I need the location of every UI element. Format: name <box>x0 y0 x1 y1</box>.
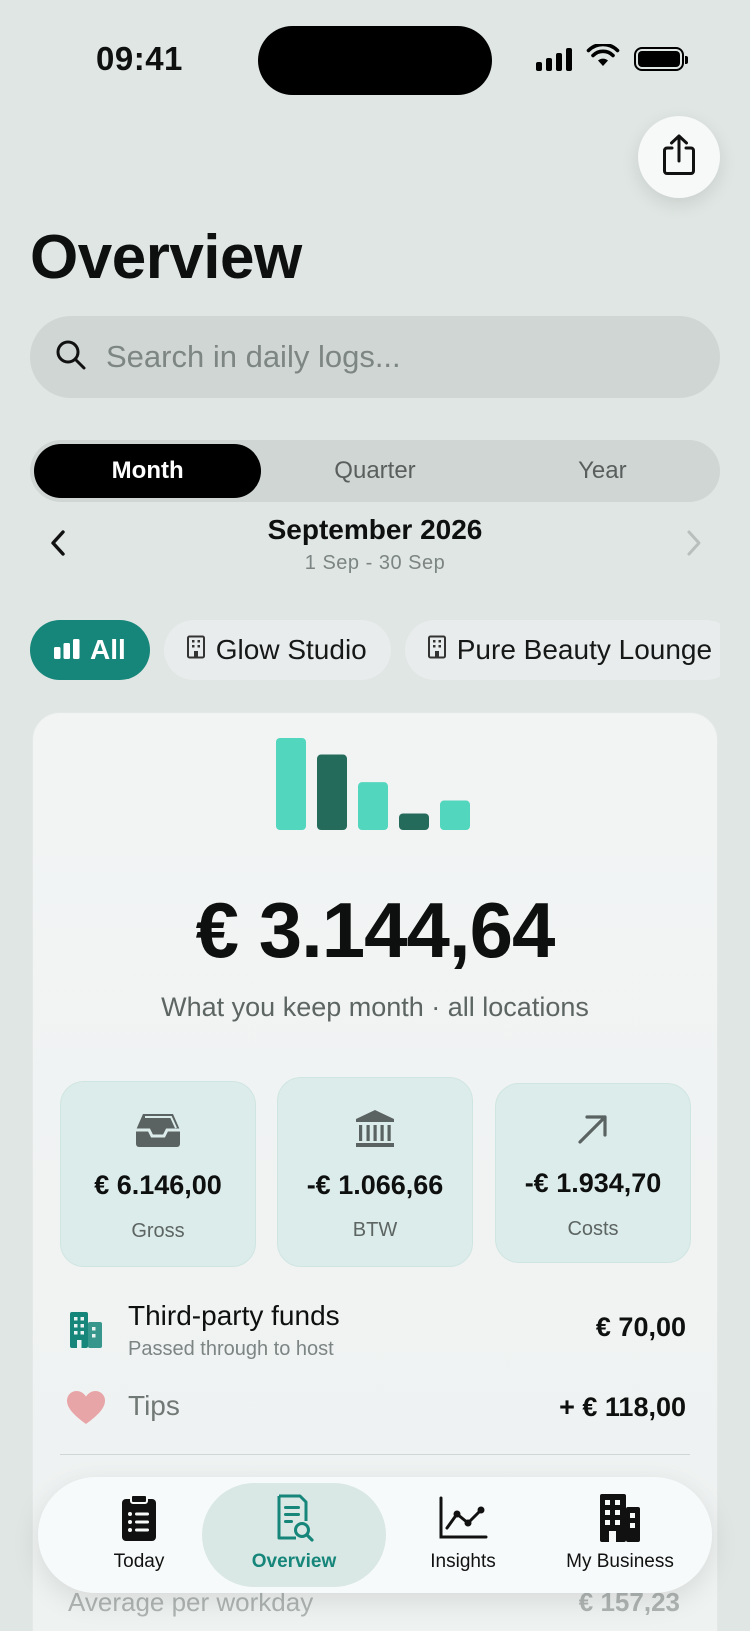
chip-label: All <box>90 634 126 665</box>
chip-label: Glow Studio <box>215 634 367 665</box>
stat-btw[interactable]: -€ 1.066,66 BTW <box>277 1077 473 1267</box>
tab-insights[interactable]: Insights <box>390 1483 536 1587</box>
mini-chart-bar <box>440 800 470 830</box>
wifi-icon <box>586 42 620 73</box>
chip-glow-studio[interactable]: Glow Studio <box>163 620 391 680</box>
tab-today[interactable]: Today <box>68 1483 210 1587</box>
dynamic-island <box>258 26 492 95</box>
period-segmented-control: Month Quarter Year <box>30 440 720 502</box>
tab-my-business[interactable]: My Business <box>538 1483 702 1587</box>
chip-all[interactable]: All <box>30 620 150 680</box>
net-amount-subtitle: What you keep month · all locations <box>161 992 589 1022</box>
stat-costs[interactable]: -€ 1.934,70 Costs <box>495 1083 691 1263</box>
stat-value: -€ 1.066,66 <box>306 1170 444 1200</box>
bank-icon <box>354 1108 396 1148</box>
clipboard-icon <box>121 1494 157 1548</box>
search-icon <box>54 338 88 377</box>
bar-chart-icon <box>54 634 80 666</box>
period-title: September 2026 <box>267 514 483 545</box>
row-subtitle: Passed through to host <box>128 1338 334 1360</box>
row-title: Tips <box>128 1390 180 1421</box>
heart-icon <box>66 1390 106 1431</box>
document-search-icon <box>274 1494 314 1548</box>
office-building-icon <box>598 1493 642 1549</box>
period-range: 1 Sep - 30 Sep <box>304 552 446 574</box>
tab-quarter[interactable]: Quarter <box>261 444 488 498</box>
overview-screen: 09:41 Overview Month Quarter Year Septe <box>0 0 750 1631</box>
tab-label: Insights <box>430 1551 496 1572</box>
office-building-icon <box>70 1310 102 1353</box>
stat-label: BTW <box>352 1219 398 1241</box>
third-party-funds-row[interactable]: Third-party funds Passed through to host… <box>66 1298 686 1362</box>
building-icon <box>186 634 206 666</box>
stat-label: Costs <box>567 1218 619 1240</box>
row-amount: € 70,00 <box>595 1312 686 1342</box>
status-icons <box>536 42 688 73</box>
mini-chart-bar <box>358 782 388 830</box>
next-period-button[interactable] <box>680 528 708 562</box>
stat-label: Gross <box>131 1220 185 1242</box>
share-icon <box>660 133 698 182</box>
row-title: Third-party funds <box>128 1300 340 1331</box>
battery-icon <box>634 46 688 71</box>
mini-chart-bar <box>276 738 306 830</box>
tips-row[interactable]: Tips + € 118,00 <box>66 1388 686 1428</box>
share-button[interactable] <box>638 116 720 198</box>
stat-gross[interactable]: € 6.146,00 Gross <box>60 1081 256 1267</box>
status-time: 09:41 <box>96 40 183 77</box>
page-title: Overview <box>30 223 302 292</box>
tab-month[interactable]: Month <box>34 444 262 498</box>
divider <box>60 1454 690 1455</box>
chip-label: Pure Beauty Lounge <box>456 634 713 665</box>
arrow-up-right-icon <box>576 1112 610 1152</box>
search-input[interactable] <box>106 339 666 375</box>
mini-bar-chart <box>276 738 476 830</box>
building-icon <box>427 634 447 666</box>
inbox-tray-icon <box>135 1112 181 1152</box>
stat-value: -€ 1.934,70 <box>524 1168 662 1198</box>
mini-chart-bar <box>317 754 347 830</box>
row-amount: + € 118,00 <box>559 1392 686 1422</box>
stat-value: € 6.146,00 <box>94 1170 222 1200</box>
signal-icon <box>536 47 572 71</box>
location-filter-chips: All Glow Studio Pure Beauty Lounge <box>30 620 720 682</box>
mini-chart-bar <box>399 813 429 830</box>
chevron-right-icon <box>686 529 702 562</box>
tab-label: Today <box>113 1551 165 1572</box>
line-chart-icon <box>438 1496 488 1546</box>
net-amount: € 3.144,64 <box>195 886 556 974</box>
tab-year[interactable]: Year <box>489 444 716 498</box>
tab-overview[interactable]: Overview <box>202 1483 386 1587</box>
bottom-tab-bar: Today Overview Insights My Business <box>38 1477 712 1593</box>
search-bar[interactable] <box>30 316 720 398</box>
tab-label: Overview <box>251 1551 337 1572</box>
tab-label: My Business <box>566 1551 674 1572</box>
chip-pure-beauty-lounge[interactable]: Pure Beauty Lounge <box>404 620 720 680</box>
